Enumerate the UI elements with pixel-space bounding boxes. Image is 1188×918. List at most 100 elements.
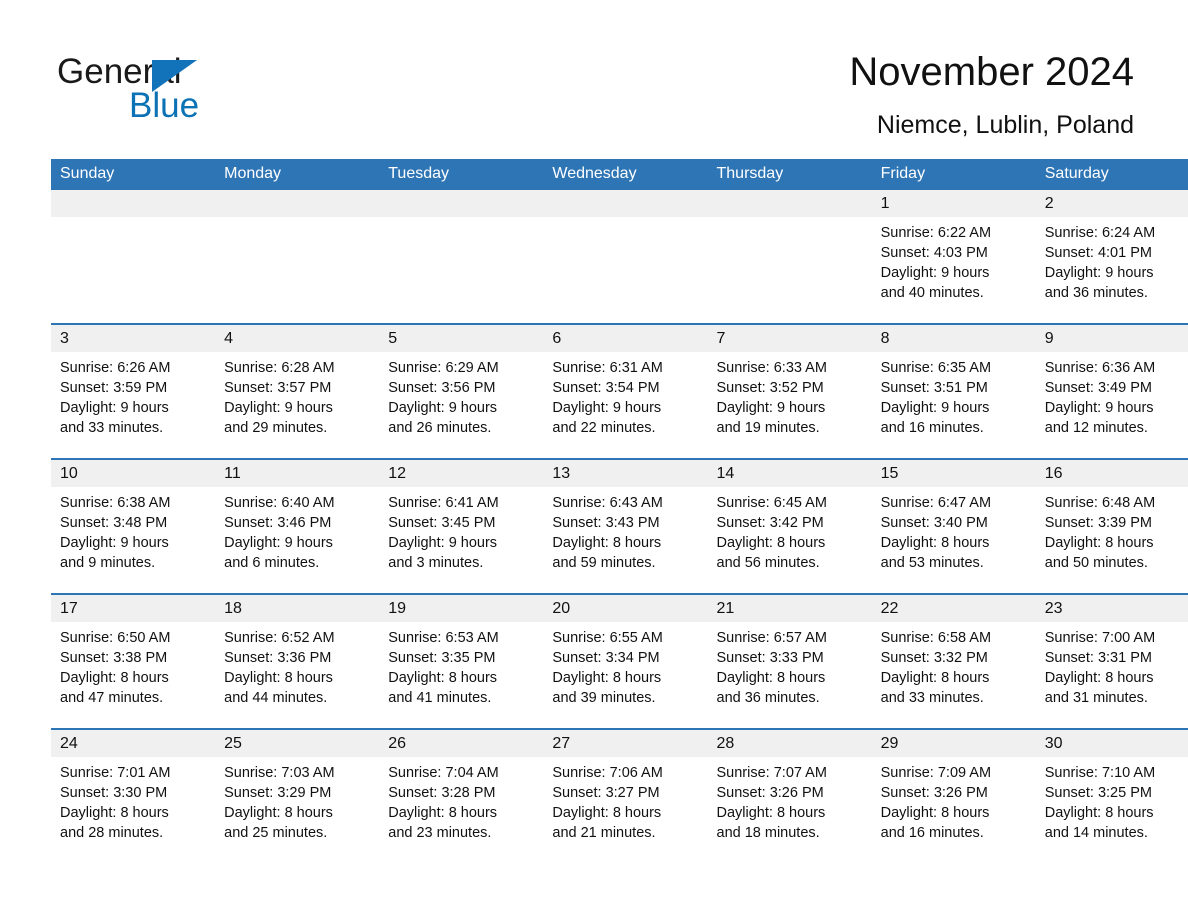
general-blue-logo: General Blue	[57, 52, 317, 126]
day-details: Sunrise: 6:31 AM Sunset: 3:54 PM Daylight:…	[543, 352, 707, 438]
daylight-text-line1: Daylight: 9 hours	[60, 535, 169, 551]
sunrise-text: Sunrise: 6:50 AM	[60, 630, 171, 646]
daylight-text-line1: Daylight: 9 hours	[388, 535, 498, 551]
daylight-text-line2: and 40 minutes.	[880, 285, 984, 301]
calendar-day-cell[interactable]: 16 Sunrise: 6:48 AM Sunset: 3:39 PM Dayligh…	[1035, 458, 1188, 594]
daylight-text-line1: Daylight: 8 hours	[716, 805, 826, 821]
calendar-day-cell[interactable]: 21 Sunrise: 6:57 AM Sunset: 3:33 PM Dayligh…	[707, 593, 872, 729]
daylight-text-line1: Daylight: 8 hours	[716, 535, 826, 551]
calendar-day-cell[interactable]: 25 Sunrise: 7:03 AM Sunset: 3:29 PM Dayligh…	[215, 728, 380, 863]
calendar-day-cell[interactable]: 2 Sunrise: 6:24 AM Sunset: 4:01 PM Daylight…	[1035, 190, 1188, 324]
sunrise-text: Sunrise: 6:48 AM	[1044, 495, 1156, 511]
day-details: Sunrise: 6:40 AM Sunset: 3:46 PM Daylight:…	[215, 487, 379, 573]
calendar-day-cell[interactable]: 30 Sunrise: 7:10 AM Sunset: 3:25 PM Dayligh…	[1035, 728, 1188, 863]
day-number: 8	[871, 325, 1036, 352]
daylight-text-line1: Daylight: 9 hours	[388, 400, 498, 416]
day-details: Sunrise: 7:09 AM Sunset: 3:26 PM Daylight:…	[872, 757, 1036, 843]
page-subtitle-location: Niemce, Lublin, Poland	[876, 111, 1134, 139]
calendar-day-cell[interactable]: 19 Sunrise: 6:53 AM Sunset: 3:35 PM Dayligh…	[379, 593, 544, 729]
calendar-day-cell-empty	[51, 190, 216, 324]
daylight-text-line1: Daylight: 8 hours	[224, 670, 333, 686]
sunset-text: Sunset: 3:32 PM	[880, 650, 988, 666]
day-details: Sunrise: 6:33 AM Sunset: 3:52 PM Daylight:…	[708, 352, 872, 438]
daylight-text-line2: and 33 minutes.	[60, 420, 164, 436]
daylight-text-line1: Daylight: 8 hours	[552, 535, 662, 551]
day-number: 14	[707, 460, 872, 487]
day-details: Sunrise: 6:35 AM Sunset: 3:51 PM Daylight:…	[872, 352, 1036, 438]
calendar-day-cell[interactable]: 7 Sunrise: 6:33 AM Sunset: 3:52 PM Daylight…	[707, 323, 872, 459]
calendar-table: Sunday Monday Tuesday Wednesday Thursday…	[51, 159, 1188, 863]
sunset-text: Sunset: 3:26 PM	[716, 785, 824, 801]
day-details: Sunrise: 6:47 AM Sunset: 3:40 PM Daylight:…	[872, 487, 1036, 573]
daylight-text-line1: Daylight: 8 hours	[552, 805, 662, 821]
calendar-day-cell[interactable]: 24 Sunrise: 7:01 AM Sunset: 3:30 PM Dayligh…	[51, 728, 216, 863]
day-number: 30	[1035, 730, 1188, 757]
daylight-text-line2: and 22 minutes.	[552, 420, 656, 436]
daylight-text-line2: and 53 minutes.	[880, 555, 984, 571]
day-details: Sunrise: 6:24 AM Sunset: 4:01 PM Daylight:…	[1036, 217, 1188, 303]
calendar-week-row: 24 Sunrise: 7:01 AM Sunset: 3:30 PM Dayligh…	[51, 728, 1188, 863]
calendar-day-cell[interactable]: 8 Sunrise: 6:35 AM Sunset: 3:51 PM Daylight…	[871, 323, 1036, 459]
day-details: Sunrise: 6:55 AM Sunset: 3:34 PM Daylight:…	[543, 622, 707, 708]
sunset-text: Sunset: 3:54 PM	[552, 380, 660, 396]
calendar-day-cell[interactable]: 26 Sunrise: 7:04 AM Sunset: 3:28 PM Dayligh…	[379, 728, 544, 863]
day-details: Sunrise: 6:41 AM Sunset: 3:45 PM Daylight:…	[379, 487, 543, 573]
sunrise-text: Sunrise: 7:03 AM	[224, 765, 335, 781]
daylight-text-line1: Daylight: 9 hours	[224, 400, 333, 416]
day-number: 26	[379, 730, 544, 757]
sunrise-text: Sunrise: 7:00 AM	[1044, 630, 1156, 646]
day-number: 18	[215, 595, 380, 622]
calendar-day-cell[interactable]: 5 Sunrise: 6:29 AM Sunset: 3:56 PM Daylight…	[379, 323, 544, 459]
daylight-text-line1: Daylight: 8 hours	[60, 670, 169, 686]
daylight-text-line2: and 44 minutes.	[224, 690, 328, 706]
day-number: 10	[51, 460, 216, 487]
sunrise-text: Sunrise: 6:53 AM	[388, 630, 499, 646]
calendar-day-cell[interactable]: 15 Sunrise: 6:47 AM Sunset: 3:40 PM Dayligh…	[871, 458, 1036, 594]
sunset-text: Sunset: 3:38 PM	[60, 650, 168, 666]
page-header: General Blue November 2024 Niemce, Lubli…	[0, 0, 1188, 158]
sunrise-text: Sunrise: 6:45 AM	[716, 495, 827, 511]
sunrise-text: Sunrise: 6:31 AM	[552, 360, 663, 376]
calendar-day-cell[interactable]: 1 Sunrise: 6:22 AM Sunset: 4:03 PM Daylight…	[871, 190, 1036, 324]
day-details: Sunrise: 6:38 AM Sunset: 3:48 PM Daylight:…	[51, 487, 215, 573]
calendar-day-cell[interactable]: 9 Sunrise: 6:36 AM Sunset: 3:49 PM Daylight…	[1035, 323, 1188, 459]
day-number	[543, 190, 708, 217]
daylight-text-line1: Daylight: 9 hours	[60, 400, 169, 416]
calendar-day-cell[interactable]: 22 Sunrise: 6:58 AM Sunset: 3:32 PM Dayligh…	[871, 593, 1036, 729]
sunrise-text: Sunrise: 6:47 AM	[880, 495, 992, 511]
calendar-day-cell[interactable]: 27 Sunrise: 7:06 AM Sunset: 3:27 PM Dayligh…	[543, 728, 708, 863]
calendar-day-cell[interactable]: 29 Sunrise: 7:09 AM Sunset: 3:26 PM Dayligh…	[871, 728, 1036, 863]
calendar-week-row: 3 Sunrise: 6:26 AM Sunset: 3:59 PM Daylight…	[51, 323, 1188, 459]
calendar-day-cell[interactable]: 11 Sunrise: 6:40 AM Sunset: 3:46 PM Dayligh…	[215, 458, 380, 594]
day-details: Sunrise: 7:10 AM Sunset: 3:25 PM Daylight:…	[1036, 757, 1188, 843]
daylight-text-line1: Daylight: 9 hours	[1044, 400, 1154, 416]
daylight-text-line2: and 18 minutes.	[716, 825, 820, 841]
daylight-text-line2: and 9 minutes.	[60, 555, 156, 571]
calendar-day-cell[interactable]: 23 Sunrise: 7:00 AM Sunset: 3:31 PM Dayligh…	[1035, 593, 1188, 729]
calendar-day-cell[interactable]: 12 Sunrise: 6:41 AM Sunset: 3:45 PM Dayligh…	[379, 458, 544, 594]
daylight-text-line1: Daylight: 8 hours	[1044, 670, 1154, 686]
sunset-text: Sunset: 4:03 PM	[880, 245, 988, 261]
weekday-header-monday: Monday	[215, 159, 380, 190]
sunrise-text: Sunrise: 6:22 AM	[880, 225, 992, 241]
calendar-day-cell[interactable]: 13 Sunrise: 6:43 AM Sunset: 3:43 PM Dayligh…	[543, 458, 708, 594]
sunrise-text: Sunrise: 6:43 AM	[552, 495, 663, 511]
calendar-day-cell[interactable]: 10 Sunrise: 6:38 AM Sunset: 3:48 PM Dayligh…	[51, 458, 216, 594]
sunset-text: Sunset: 3:25 PM	[1044, 785, 1152, 801]
daylight-text-line1: Daylight: 9 hours	[224, 535, 333, 551]
sunrise-text: Sunrise: 6:24 AM	[1044, 225, 1156, 241]
calendar-day-cell[interactable]: 14 Sunrise: 6:45 AM Sunset: 3:42 PM Dayligh…	[707, 458, 872, 594]
calendar-day-cell[interactable]: 4 Sunrise: 6:28 AM Sunset: 3:57 PM Daylight…	[215, 323, 380, 459]
calendar-day-cell[interactable]: 3 Sunrise: 6:26 AM Sunset: 3:59 PM Daylight…	[51, 323, 216, 459]
sunset-text: Sunset: 3:52 PM	[716, 380, 824, 396]
daylight-text-line2: and 23 minutes.	[388, 825, 492, 841]
sunset-text: Sunset: 3:59 PM	[60, 380, 168, 396]
calendar-day-cell[interactable]: 17 Sunrise: 6:50 AM Sunset: 3:38 PM Dayligh…	[51, 593, 216, 729]
calendar-day-cell[interactable]: 18 Sunrise: 6:52 AM Sunset: 3:36 PM Dayligh…	[215, 593, 380, 729]
calendar-day-cell[interactable]: 6 Sunrise: 6:31 AM Sunset: 3:54 PM Daylight…	[543, 323, 708, 459]
weekday-header-tuesday: Tuesday	[379, 159, 544, 190]
daylight-text-line2: and 14 minutes.	[1044, 825, 1148, 841]
sunset-text: Sunset: 3:49 PM	[1044, 380, 1152, 396]
calendar-day-cell[interactable]: 28 Sunrise: 7:07 AM Sunset: 3:26 PM Dayligh…	[707, 728, 872, 863]
calendar-day-cell[interactable]: 20 Sunrise: 6:55 AM Sunset: 3:34 PM Dayligh…	[543, 593, 708, 729]
